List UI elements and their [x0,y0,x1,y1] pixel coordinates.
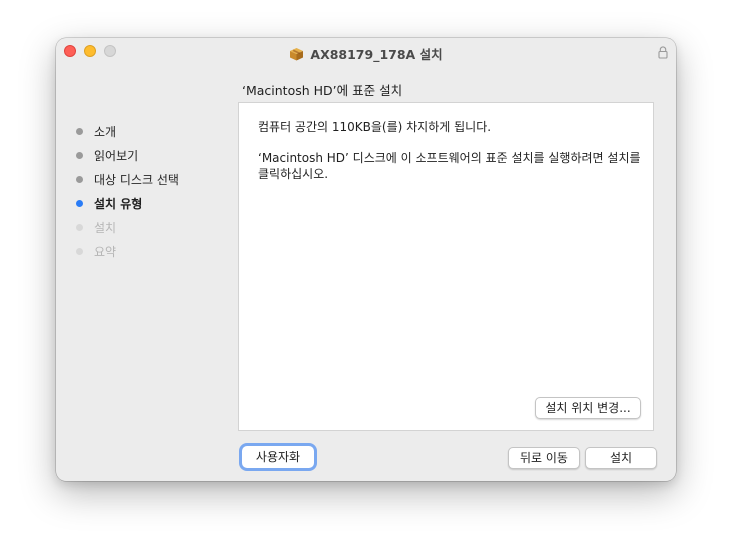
content-panel: 컴퓨터 공간의 110KB을(를) 차지하게 됩니다. ‘Macintosh H… [238,102,654,431]
step-dot-active [76,200,83,207]
step-dot [76,248,83,255]
step-install-type: 설치 유형 [74,194,224,218]
install-button[interactable]: 설치 [585,447,657,469]
step-label: 설치 [94,221,117,235]
package-icon [289,47,304,64]
step-dot [76,152,83,159]
space-required-text: 컴퓨터 공간의 110KB을(를) 차지하게 됩니다. [258,120,492,134]
step-label: 읽어보기 [94,149,139,163]
step-label: 소개 [94,125,117,139]
step-label: 설치 유형 [94,197,143,211]
window-title-group: AX88179_178A 설치 [56,44,676,64]
customize-button[interactable]: 사용자화 [242,446,314,468]
install-instructions-text: ‘Macintosh HD’ 디스크에 이 소프트웨어의 표준 설치를 실행하려… [258,151,641,181]
step-dot [76,128,83,135]
step-summary: 요약 [74,242,224,266]
step-label: 대상 디스크 선택 [94,173,179,187]
lock-icon [658,44,668,59]
steps-sidebar: 소개 읽어보기 대상 디스크 선택 설치 유형 설치 요약 [74,122,224,266]
step-intro: 소개 [74,122,224,146]
change-install-location-button[interactable]: 설치 위치 변경... [535,397,641,419]
page-heading: ‘Macintosh HD’에 표준 설치 [242,83,403,98]
title-bar[interactable]: AX88179_178A 설치 [56,38,676,66]
step-destination: 대상 디스크 선택 [74,170,224,194]
step-dot [76,176,83,183]
go-back-button[interactable]: 뒤로 이동 [508,447,580,469]
installer-window: AX88179_178A 설치 소개 읽어보기 대상 디스크 선택 설치 유형 [56,38,676,481]
step-readme: 읽어보기 [74,146,224,170]
step-label: 요약 [94,245,117,259]
window-title: AX88179_178A 설치 [310,47,443,62]
step-install: 설치 [74,218,224,242]
step-dot [76,224,83,231]
